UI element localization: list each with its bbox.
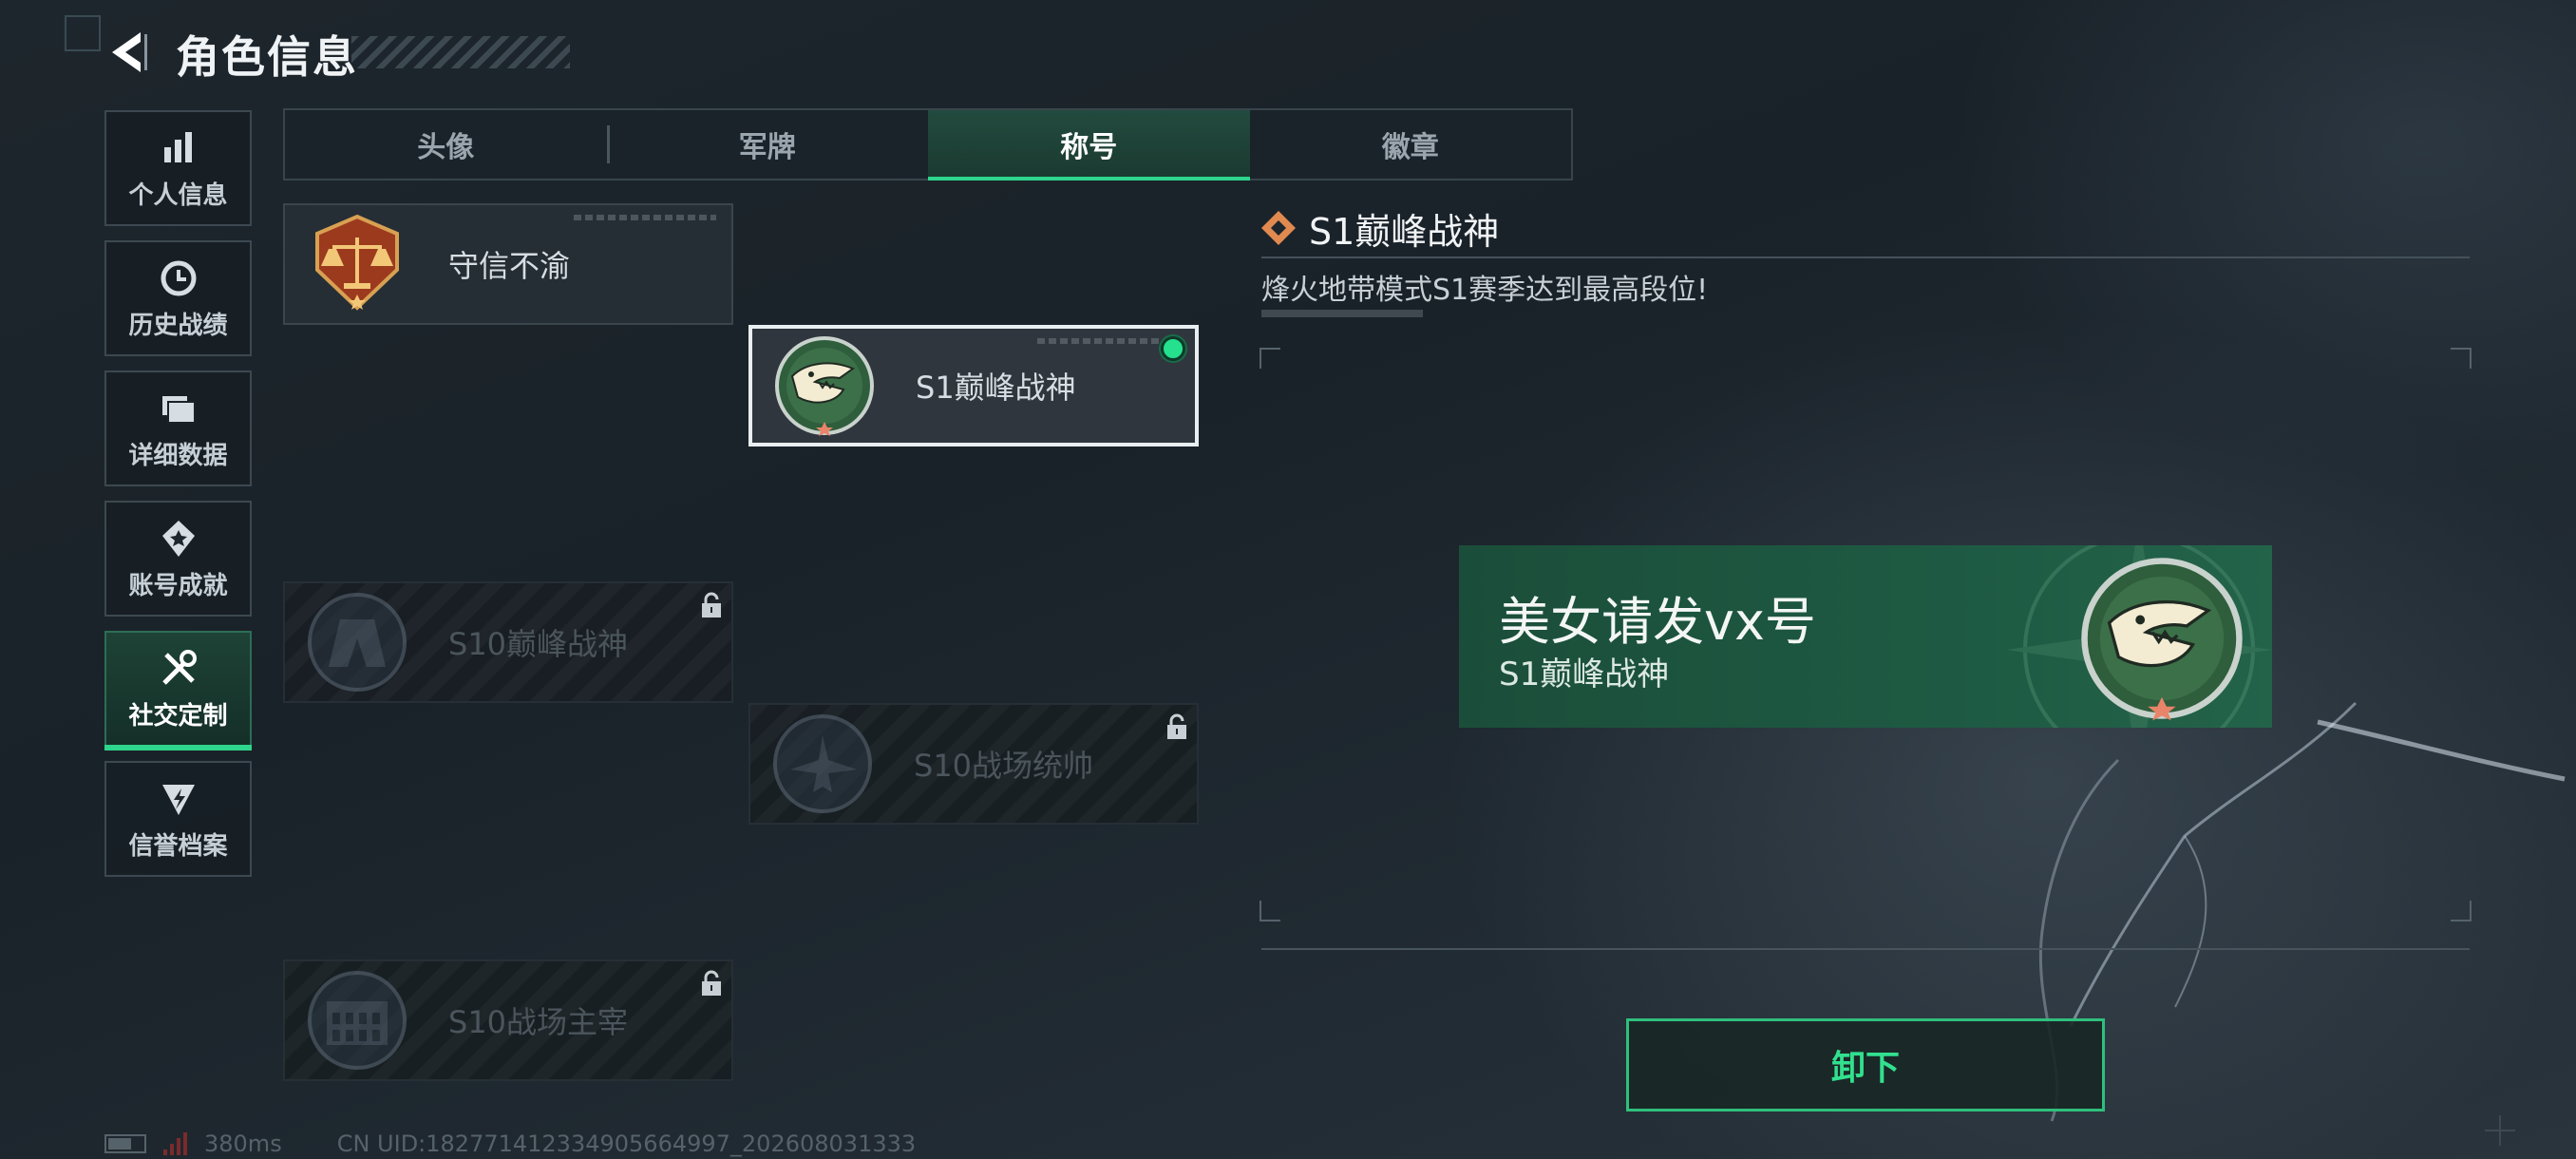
title-card-selected[interactable]: S1巅峰战神 (748, 325, 1199, 446)
nav-label: 个人信息 (128, 180, 228, 210)
colosseum-emblem-icon (308, 971, 407, 1070)
title-card-locked[interactable]: S10战场主宰 (283, 960, 733, 1081)
tab-avatar[interactable]: 头像 (285, 110, 607, 179)
reputation-icon (161, 784, 195, 815)
nav-item-social-custom[interactable]: 社交定制 (104, 631, 252, 750)
preview-title: S1巅峰战神 (1499, 656, 1670, 694)
tools-icon (161, 649, 197, 685)
lock-icon (702, 592, 721, 618)
tab-badge[interactable]: 徽章 (1250, 110, 1572, 179)
scales-emblem-icon (315, 214, 399, 311)
title-card-label: 守信不渝 (448, 248, 571, 284)
nav-item-history[interactable]: 历史战绩 (104, 240, 252, 356)
folder-icon (161, 395, 196, 424)
detail-divider (1261, 256, 2470, 258)
equipped-indicator (1161, 336, 1185, 361)
bar-chart-icon (163, 131, 192, 162)
crocodile-emblem-icon (775, 336, 874, 436)
building-emblem-icon (308, 593, 407, 692)
ping-value: 380ms (204, 1130, 282, 1157)
title-card-label: S10战场主宰 (448, 1004, 629, 1040)
nav-label: 信誉档案 (128, 831, 228, 861)
title-card[interactable]: 守信不渝 (283, 203, 733, 325)
frame-corner (2451, 901, 2472, 922)
nav-label: 社交定制 (128, 701, 228, 731)
frame-corner (1260, 348, 1280, 369)
battery-icon (104, 1134, 146, 1153)
title-card-locked[interactable]: S10巅峰战神 (283, 581, 733, 703)
header-corner-decoration (65, 15, 101, 51)
signal-icon (163, 1132, 187, 1155)
detail-title: S1巅峰战神 (1309, 211, 1500, 253)
clock-icon (161, 260, 196, 295)
nav-label: 详细数据 (128, 441, 228, 470)
title-preview-banner: 美女请发vx号 S1巅峰战神 (1459, 545, 2272, 728)
diamond-title-icon (1261, 211, 1296, 245)
user-uid: CN UID:18277141233490566499​7_2026080313… (336, 1130, 917, 1157)
page-title: 角色信息 (176, 31, 358, 83)
status-bar: 380ms CN UID:18277141233490566499​7_2026… (104, 1130, 916, 1157)
medal-icon (161, 520, 195, 557)
frame-corner (2451, 348, 2472, 369)
title-stripes-decoration (351, 36, 570, 68)
crocodile-emblem-icon (2081, 558, 2243, 721)
nav-item-reputation[interactable]: 信誉档案 (104, 761, 252, 877)
side-nav: 个人信息 历史战绩 详细数据 账号成就 社交定制 信誉档案 (104, 110, 252, 891)
tab-bar: 头像 军牌 称号 徽章 (283, 108, 1573, 180)
card-deco-text (574, 215, 716, 220)
nav-label: 账号成就 (128, 571, 228, 600)
detail-deco-bar (1261, 310, 1423, 317)
preview-player-name: 美女请发vx号 (1499, 592, 1816, 652)
back-arrow-icon[interactable] (103, 27, 152, 78)
lock-icon (1167, 713, 1186, 739)
card-deco-text (1037, 338, 1180, 344)
lock-icon (702, 970, 721, 996)
nav-item-achievements[interactable]: 账号成就 (104, 501, 252, 617)
crosshair-icon (2485, 1115, 2515, 1146)
aircraft-emblem-icon (773, 714, 872, 813)
nav-item-personal-info[interactable]: 个人信息 (104, 110, 252, 226)
title-card-label: S10战场统帅 (914, 748, 1094, 784)
unequip-button[interactable]: 卸下 (1626, 1018, 2105, 1112)
tab-dog-tag[interactable]: 军牌 (606, 110, 929, 179)
nav-item-detailed-data[interactable]: 详细数据 (104, 370, 252, 486)
detail-description: 烽火地带模式S1赛季达到最高段位! (1261, 274, 1709, 307)
title-card-label: S10巅峰战神 (448, 626, 629, 662)
title-card-label: S1巅峰战神 (916, 370, 1076, 406)
detail-bottom-divider (1261, 948, 2470, 950)
nav-label: 历史战绩 (128, 311, 228, 340)
title-card-locked[interactable]: S10战场统帅 (748, 703, 1199, 825)
tab-title[interactable]: 称号 (928, 110, 1250, 180)
frame-corner (1260, 901, 1280, 922)
